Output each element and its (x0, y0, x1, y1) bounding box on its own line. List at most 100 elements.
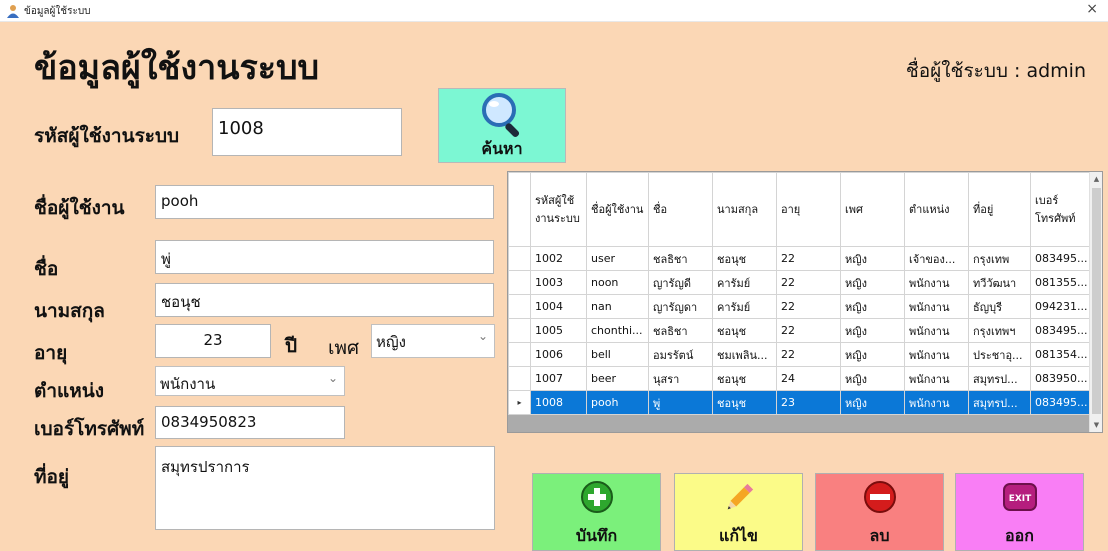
table-cell[interactable]: สมุทรป... (968, 390, 1031, 415)
edit-button[interactable]: แก้ไข (674, 473, 803, 551)
users-table[interactable]: รหัสผู้ใช้งานระบบ ชื่อผู้ใช้งาน ชื่อ นาม… (507, 171, 1103, 433)
table-cell[interactable]: ประชาอุ... (968, 342, 1031, 367)
table-cell[interactable]: พู่ (648, 390, 713, 415)
row-header[interactable] (508, 318, 531, 343)
table-cell[interactable]: ชอนุช (712, 318, 777, 343)
table-scrollbar[interactable]: ▲ ▼ (1089, 172, 1102, 432)
table-cell[interactable]: ญารัญดี (648, 270, 713, 295)
table-cell[interactable]: สมุทรป... (968, 366, 1031, 391)
table-cell[interactable]: หญิง (840, 390, 905, 415)
table-cell[interactable]: 083495... (1029, 390, 1093, 415)
table-cell[interactable]: พนักงาน (904, 366, 969, 391)
table-cell[interactable]: พนักงาน (904, 342, 969, 367)
table-cell[interactable]: อมรรัตน์ (648, 342, 713, 367)
username-input[interactable]: pooh (155, 185, 494, 219)
table-cell[interactable]: beer (586, 366, 649, 391)
table-cell[interactable]: noon (586, 270, 649, 295)
table-row[interactable]: 1007 beer นุสรา ชอนุช 24 หญิง พนักงาน สม… (508, 366, 1093, 391)
column-header[interactable]: เบอร์โทรศัพท์ (1029, 172, 1093, 247)
column-header[interactable]: เพศ (840, 172, 905, 247)
table-cell[interactable]: 1002 (530, 246, 587, 271)
table-cell[interactable]: หญิง (840, 366, 905, 391)
table-cell[interactable]: ชอนุช (712, 390, 777, 415)
column-header[interactable]: นามสกุล (712, 172, 777, 247)
table-cell[interactable]: 1008 (530, 390, 587, 415)
table-cell[interactable]: ทวีวัฒนา (968, 270, 1031, 295)
position-select[interactable]: พนักงาน ⌄ (155, 366, 345, 396)
column-header[interactable]: ชื่อผู้ใช้งาน (586, 172, 649, 247)
search-id-input[interactable]: 1008 (212, 108, 402, 156)
table-cell[interactable]: ญารัญดา (648, 294, 713, 319)
table-cell[interactable]: 24 (776, 366, 841, 391)
table-row[interactable]: 1004 nan ญารัญดา คารัมย์ 22 หญิง พนักงาน… (508, 294, 1093, 319)
column-header[interactable]: รหัสผู้ใช้งานระบบ (530, 172, 587, 247)
address-textarea[interactable]: สมุทรปราการ (155, 446, 495, 530)
table-cell[interactable]: user (586, 246, 649, 271)
table-cell[interactable]: พนักงาน (904, 390, 969, 415)
table-cell[interactable]: 23 (776, 390, 841, 415)
table-cell[interactable]: นุสรา (648, 366, 713, 391)
table-cell[interactable]: 081354... (1029, 342, 1093, 367)
table-cell[interactable]: คารัมย์ (712, 270, 777, 295)
row-header[interactable] (508, 294, 531, 319)
scrollbar-thumb[interactable] (1092, 188, 1101, 414)
table-cell[interactable]: bell (586, 342, 649, 367)
column-header[interactable]: ตำแหน่ง (904, 172, 969, 247)
table-cell[interactable]: หญิง (840, 246, 905, 271)
table-cell[interactable]: 22 (776, 270, 841, 295)
table-cell[interactable]: 083495... (1029, 246, 1093, 271)
delete-button[interactable]: ลบ (815, 473, 944, 551)
row-header[interactable] (508, 246, 531, 271)
table-cell[interactable]: ชลธิชา (648, 318, 713, 343)
column-header[interactable]: อายุ (776, 172, 841, 247)
table-cell[interactable]: หญิง (840, 318, 905, 343)
table-cell[interactable]: 22 (776, 318, 841, 343)
row-header[interactable] (508, 270, 531, 295)
phone-input[interactable]: 0834950823 (155, 406, 345, 439)
gender-select[interactable]: หญิง ⌄ (371, 324, 495, 358)
table-cell[interactable]: ชอนุช (712, 246, 777, 271)
table-cell[interactable]: 1005 (530, 318, 587, 343)
table-cell[interactable]: เจ้าของ... (904, 246, 969, 271)
search-button[interactable]: ค้นหา (438, 88, 566, 163)
table-cell[interactable]: ชอนุช (712, 366, 777, 391)
table-cell[interactable]: หญิง (840, 294, 905, 319)
save-button[interactable]: บันทึก (532, 473, 661, 551)
scroll-down-icon[interactable]: ▼ (1090, 418, 1102, 432)
scroll-up-icon[interactable]: ▲ (1090, 172, 1102, 186)
table-cell[interactable]: พนักงาน (904, 270, 969, 295)
table-cell[interactable]: คารัมย์ (712, 294, 777, 319)
table-cell[interactable]: nan (586, 294, 649, 319)
table-cell[interactable]: กรุงเทพ (968, 246, 1031, 271)
table-cell[interactable]: ธัญบุรี (968, 294, 1031, 319)
current-row-indicator[interactable]: ▸ (508, 390, 531, 415)
table-cell[interactable]: หญิง (840, 270, 905, 295)
table-cell[interactable]: 22 (776, 246, 841, 271)
exit-button[interactable]: EXIT ออก (955, 473, 1084, 551)
table-row[interactable]: 1006 bell อมรรัตน์ ชมเพลิน... 22 หญิง พน… (508, 342, 1093, 367)
row-header[interactable] (508, 366, 531, 391)
row-header[interactable] (508, 342, 531, 367)
table-cell[interactable]: 1004 (530, 294, 587, 319)
column-header[interactable]: ชื่อ (648, 172, 713, 247)
firstname-input[interactable]: พู่ (155, 240, 494, 274)
column-header[interactable]: ที่อยู่ (968, 172, 1031, 247)
close-button[interactable]: × (1086, 1, 1098, 17)
table-cell[interactable]: 22 (776, 342, 841, 367)
table-cell[interactable]: 083950... (1029, 366, 1093, 391)
table-row[interactable]: 1003 noon ญารัญดี คารัมย์ 22 หญิง พนักงา… (508, 270, 1093, 295)
table-cell[interactable]: 1006 (530, 342, 587, 367)
table-cell[interactable]: 22 (776, 294, 841, 319)
table-row-selected[interactable]: ▸ 1008 pooh พู่ ชอนุช 23 หญิง พนักงาน สม… (508, 390, 1093, 415)
table-cell[interactable]: พนักงาน (904, 318, 969, 343)
table-row[interactable]: 1002 user ชลธิชา ชอนุช 22 หญิง เจ้าของ..… (508, 246, 1093, 271)
table-cell[interactable]: 1007 (530, 366, 587, 391)
table-cell[interactable]: ชลธิชา (648, 246, 713, 271)
lastname-input[interactable]: ชอนุช (155, 283, 494, 317)
table-cell[interactable]: 083495... (1029, 318, 1093, 343)
table-cell[interactable]: กรุงเทพฯ (968, 318, 1031, 343)
table-cell[interactable]: พนักงาน (904, 294, 969, 319)
table-cell[interactable]: 081355... (1029, 270, 1093, 295)
table-cell[interactable]: chonthi... (586, 318, 649, 343)
table-cell[interactable]: 1003 (530, 270, 587, 295)
